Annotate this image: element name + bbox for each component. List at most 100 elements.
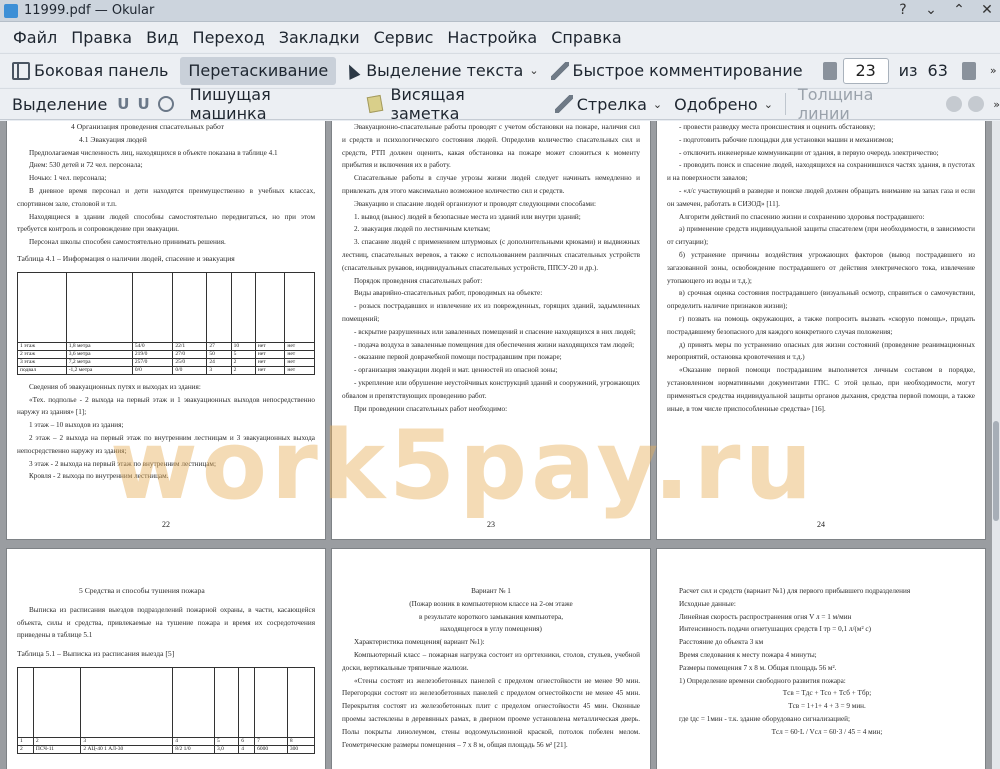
page24-paragraph: - подготовить рабочие площадки для устан…: [679, 135, 894, 144]
overflow-chevron-icon[interactable]: »: [990, 64, 997, 77]
page25-paragraph: Выписка из расписания выездов подразделе…: [17, 605, 315, 640]
table-cell: 3 этаж: [17, 357, 67, 367]
table-cell: 3: [206, 365, 232, 375]
page22-paragraph: Днем: 530 детей и 72 чел. персонала;: [29, 161, 143, 170]
page24-paragraph: - «л/с участвующий в разведке и поиске л…: [667, 186, 975, 208]
table-cell: 5: [230, 349, 256, 359]
sticky-note-label: Висящая заметка: [390, 85, 465, 123]
table-cell: 1: [17, 736, 34, 746]
arrow-button[interactable]: Стрелка ⌄: [549, 90, 668, 118]
page24-paragraph: а) применение средств индивидуальной защ…: [667, 225, 975, 247]
table-cell: 2: [230, 357, 256, 367]
table-row: 1 этаж 1,8 метра 54/0 22/1 27 10 нет нет: [17, 341, 315, 351]
table-cell: 8/2 1/0: [172, 744, 216, 754]
squiggle-icon[interactable]: U: [133, 95, 153, 113]
table-cell: 2: [17, 744, 34, 754]
typewriter-label: Пишущая машинка: [189, 85, 271, 123]
page-27: Расчет сил и средств (вариант №1) для пе…: [657, 549, 985, 769]
page22-paragraph: Персонал школы способен самостоятельно п…: [29, 238, 226, 247]
close-icon[interactable]: ✕: [980, 3, 994, 17]
sticky-note-button[interactable]: Висящая заметка: [362, 85, 544, 123]
page-24: - провести разведку места происшествия и…: [657, 121, 985, 539]
page27-paragraph: Расчет сил и средств (вариант №1) для пе…: [679, 587, 911, 595]
page22-paragraph: 2 этаж – 2 выхода на первый этаж по внут…: [17, 433, 315, 455]
page23-paragraph: Виды аварийно-спасательных работ, провод…: [354, 289, 543, 298]
table-cell: нет: [254, 357, 286, 367]
chevron-down-icon[interactable]: ⌄: [529, 64, 538, 77]
minimize-icon[interactable]: ⌄: [924, 3, 938, 17]
table-cell: 3,0: [214, 744, 240, 754]
vertical-scrollbar[interactable]: [992, 121, 1000, 769]
drag-mode-label: Перетаскивание: [188, 61, 329, 80]
previous-page-icon[interactable]: [822, 61, 837, 80]
stamp-label: Одобрено: [674, 94, 758, 114]
table-cell: 2 АЦ-40 1 АЛ-30: [80, 744, 174, 754]
page24-paragraph: г) позвать на помощь окружающих, а также…: [667, 314, 975, 336]
people-table: 1 этаж 1,8 метра 54/0 22/1 27 10 нет нет…: [17, 271, 315, 375]
annot-overflow-chevron-icon[interactable]: »: [993, 98, 1000, 111]
table-cell: 50: [206, 349, 232, 359]
page-number-input[interactable]: 23: [842, 57, 889, 84]
page23-paragraph: 2. эвакуация людей по лестничным клеткам…: [354, 225, 491, 234]
page25-table-caption: Таблица 5.1 – Выписка из расписания выез…: [17, 649, 175, 659]
table-cell: 6000: [254, 744, 288, 754]
annotation-select-button[interactable]: Выделение: [6, 90, 113, 118]
underline-icon[interactable]: U: [113, 95, 133, 113]
table-cell: -1,2 метра: [65, 365, 133, 375]
typewriter-button[interactable]: Пишущая машинка: [184, 85, 359, 123]
sidebar-button-label: Боковая панель: [34, 61, 169, 80]
next-page-icon[interactable]: [961, 61, 976, 80]
arrow-chevron-down-icon[interactable]: ⌄: [653, 98, 662, 111]
menu-settings[interactable]: Настройка: [440, 28, 544, 47]
stamp-chevron-down-icon[interactable]: ⌄: [764, 98, 773, 111]
arrow-label: Стрелка: [576, 94, 647, 114]
page22-paragraph: Сведения об эвакуационных путях и выхода…: [29, 382, 201, 391]
page-number: 23: [487, 520, 495, 529]
page27-paragraph: Расстояние до объекта 3 км: [679, 638, 764, 647]
line-width-button[interactable]: Толщина линии: [792, 85, 936, 123]
table-cell: 7,2 метра: [65, 357, 133, 367]
opacity-icon[interactable]: [968, 96, 985, 112]
dispatch-table: 1 2 3 4 5 6 7 8 2 ПСЧ-11 2 АЦ-40 1 АЛ-30…: [17, 666, 316, 754]
color-icon[interactable]: [946, 96, 963, 112]
page23-paragraph: Порядок проведения спасательных работ:: [354, 276, 483, 285]
table-cell: 0/0: [131, 365, 174, 375]
drag-mode-button[interactable]: Перетаскивание: [180, 56, 337, 85]
table-row: 2 ПСЧ-11 2 АЦ-40 1 АЛ-30 8/2 1/0 3,0 4 6…: [17, 744, 316, 754]
page22-paragraph: Предполагаемая численность лиц, находящи…: [29, 148, 278, 157]
page22-paragraph: Кровля - 2 выхода по внутренним лестница…: [29, 472, 169, 481]
table-cell: 8: [286, 736, 316, 746]
quick-annotations-button[interactable]: Быстрое комментирование: [545, 57, 809, 85]
page23-paragraph: - укрепление или обрушение неустойчивых …: [342, 378, 640, 400]
table-cell: 24: [206, 357, 232, 367]
page22-paragraph: «Тех. подполье - 2 выхода на первый этаж…: [17, 395, 315, 417]
stamp-button[interactable]: Одобрено ⌄: [668, 90, 779, 118]
menu-help[interactable]: Справка: [544, 28, 629, 47]
menu-tools[interactable]: Сервис: [367, 28, 441, 47]
table-cell: 6: [238, 736, 256, 746]
page27-paragraph: Интенсивность подачи огнетушащих средств…: [679, 625, 871, 634]
table-cell: нет: [284, 365, 315, 375]
page24-paragraph: - отключить инженерные коммуникации от з…: [679, 148, 939, 157]
page-of-label: из: [898, 61, 918, 80]
maximize-icon[interactable]: ⌃: [952, 3, 966, 17]
table-cell: 4: [172, 736, 216, 746]
scrollbar-thumb[interactable]: [993, 421, 999, 521]
highlight-icon[interactable]: [157, 96, 174, 112]
help-icon[interactable]: ?: [896, 3, 910, 17]
text-selection-button[interactable]: Выделение текста ⌄: [340, 57, 544, 85]
menu-bookmarks[interactable]: Закладки: [272, 28, 367, 47]
document-view[interactable]: 4 Организация проведения спасательных ра…: [0, 121, 1000, 769]
table-row: подвал -1,2 метра 0/0 0/0 3 2 нет нет: [17, 365, 315, 375]
page22-paragraph: 1 этаж – 10 выходов из здания;: [29, 421, 124, 430]
arrow-icon: [554, 95, 573, 113]
menu-view[interactable]: Вид: [139, 28, 185, 47]
page26-title: (Пожар возник в компьютерном классе на 2…: [409, 599, 573, 608]
sidebar-button[interactable]: Боковая панель: [6, 57, 174, 85]
menu-go[interactable]: Переход: [186, 28, 272, 47]
table-cell: 5: [214, 736, 240, 746]
sidebar-icon: [12, 61, 30, 80]
table-cell: 27: [206, 341, 232, 351]
menu-file[interactable]: Файл: [6, 28, 64, 47]
menu-edit[interactable]: Правка: [64, 28, 139, 47]
